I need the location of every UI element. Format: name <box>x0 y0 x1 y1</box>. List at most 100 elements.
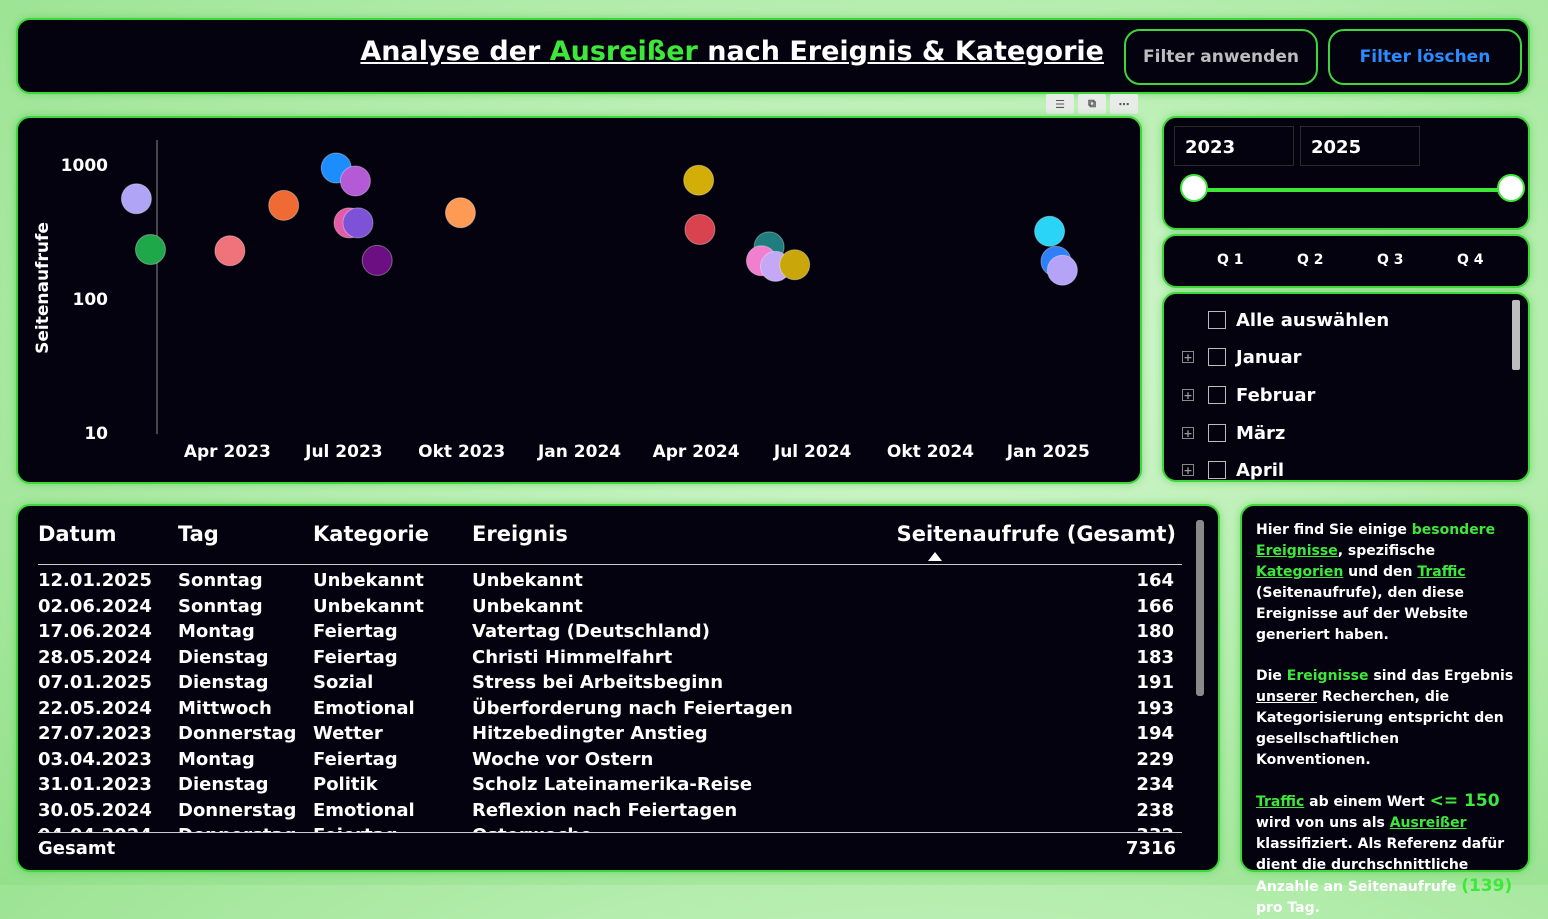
data-point[interactable] <box>214 235 246 267</box>
quarter-q4-button[interactable]: Q 4 <box>1457 252 1484 268</box>
more-options-icon[interactable]: ⋯ <box>1110 94 1138 114</box>
table-row[interactable]: 31.01.2023 Dienstag Politik Scholz Lateinam… <box>18 772 1198 797</box>
quarter-q3-button[interactable]: Q 3 <box>1377 252 1404 268</box>
cell-tag: Dienstag <box>178 672 269 693</box>
cell-datum: 17.06.2024 <box>38 621 152 642</box>
column-header-seitenaufrufe[interactable]: Seitenaufrufe (Gesamt) <box>897 522 1176 546</box>
data-point[interactable] <box>683 164 715 196</box>
filter-icon[interactable]: ☰ <box>1046 94 1074 114</box>
checkbox[interactable] <box>1208 386 1226 404</box>
expand-icon[interactable]: + <box>1182 389 1194 401</box>
cell-seitenaufrufe: 234 <box>1136 774 1174 795</box>
cell-ereignis: Stress bei Arbeitsbeginn <box>472 672 724 693</box>
data-point[interactable] <box>1046 254 1078 286</box>
data-point[interactable] <box>1034 215 1066 247</box>
table-row[interactable]: 17.06.2024 Montag Feiertag Vatertag (Deutsc… <box>18 619 1198 644</box>
checkbox[interactable] <box>1208 348 1226 366</box>
x-tick-label: Okt 2024 <box>887 442 974 462</box>
clear-filter-button[interactable]: Filter löschen <box>1328 29 1522 85</box>
checkbox[interactable] <box>1208 424 1226 442</box>
quarter-slicer: Q 1 Q 2 Q 3 Q 4 <box>1162 234 1530 288</box>
cell-seitenaufrufe: 238 <box>1136 799 1174 821</box>
x-tick-label: Apr 2023 <box>184 442 271 462</box>
year-to-input[interactable]: 2025 <box>1300 126 1420 166</box>
y-tick-label: 10 <box>84 424 108 444</box>
visual-header-icons: ☰ ⧉ ⋯ <box>1046 94 1138 114</box>
cell-ereignis: Vatertag (Deutschland) <box>472 621 710 642</box>
checkbox[interactable] <box>1208 311 1226 329</box>
data-point[interactable] <box>120 183 152 215</box>
table-row[interactable]: 02.06.2024 Sonntag Unbekannt Unbekannt 166 <box>18 594 1198 619</box>
cell-ereignis: Reflexion nach Feiertagen <box>472 799 738 821</box>
cell-tag: Dienstag <box>178 646 269 668</box>
focus-mode-icon[interactable]: ⧉ <box>1078 94 1106 114</box>
table-row[interactable]: 27.07.2023 Donnerstag Wetter Hitzebedingter… <box>18 721 1198 746</box>
checkbox[interactable] <box>1208 461 1226 479</box>
data-point[interactable] <box>134 234 166 266</box>
year-slider-handle-max[interactable] <box>1497 174 1525 202</box>
cell-tag: Donnerstag <box>178 799 297 821</box>
cell-seitenaufrufe: 180 <box>1136 621 1174 642</box>
table-row[interactable]: 28.05.2024 Dienstag Feiertag Christi Himmel… <box>18 645 1198 670</box>
info-paragraph-3: Traffic ab einem Wert <= 150 wird von un… <box>1256 791 1513 916</box>
quarter-q2-button[interactable]: Q 2 <box>1297 252 1324 268</box>
quarter-q1-button[interactable]: Q 1 <box>1217 252 1244 268</box>
expand-icon[interactable]: + <box>1182 464 1194 476</box>
month-label: Februar <box>1236 384 1316 406</box>
cell-datum: 27.07.2023 <box>38 723 152 744</box>
cell-tag: Donnerstag <box>178 825 296 832</box>
month-scrollbar[interactable] <box>1512 300 1520 370</box>
sort-ascending-icon <box>928 552 942 561</box>
apply-filter-button[interactable]: Filter anwenden <box>1124 29 1318 85</box>
data-point[interactable] <box>268 189 300 221</box>
column-header-tag[interactable]: Tag <box>178 522 219 546</box>
page-title: Analyse der Ausreißer nach Ereignis & Ka… <box>360 36 1104 67</box>
data-point[interactable] <box>779 249 811 281</box>
cell-kategorie: Emotional <box>313 697 415 719</box>
cell-kategorie: Unbekannt <box>313 595 424 617</box>
cell-kategorie: Emotional <box>313 799 415 821</box>
table-row[interactable]: 22.05.2024 Mittwoch Emotional Überforderung… <box>18 696 1198 721</box>
total-divider <box>38 832 1182 833</box>
cell-ereignis: Scholz Lateinamerika-Reise <box>472 774 753 795</box>
x-tick-label: Apr 2024 <box>653 442 740 462</box>
table-row[interactable]: 12.01.2025 Sonntag Unbekannt Unbekannt 164 <box>18 568 1198 593</box>
column-header-kategorie[interactable]: Kategorie <box>313 522 429 546</box>
year-slider-track[interactable] <box>1194 188 1512 192</box>
cell-tag: Sonntag <box>178 595 263 617</box>
table-body: 12.01.2025 Sonntag Unbekannt Unbekannt 164 02… <box>18 568 1198 832</box>
cell-kategorie: Feiertag <box>313 748 398 770</box>
column-header-ereignis[interactable]: Ereignis <box>472 522 568 546</box>
cell-kategorie: Feiertag <box>313 825 398 832</box>
x-tick-label: Jul 2023 <box>304 442 383 462</box>
cell-ereignis: Woche vor Ostern <box>472 748 654 770</box>
expand-icon[interactable]: + <box>1182 427 1194 439</box>
cell-datum: 28.05.2024 <box>38 646 152 668</box>
expand-icon[interactable]: + <box>1182 351 1194 363</box>
cell-datum: 07.01.2025 <box>38 672 152 693</box>
cell-seitenaufrufe: 194 <box>1136 723 1174 744</box>
cell-kategorie: Wetter <box>313 723 383 744</box>
cell-ereignis: Unbekannt <box>472 570 583 591</box>
cell-datum: 04.04.2024 <box>38 825 152 832</box>
column-header-datum[interactable]: Datum <box>38 522 116 546</box>
cell-datum: 03.04.2023 <box>38 748 152 770</box>
table-row[interactable]: 30.05.2024 Donnerstag Emotional Reflexion n… <box>18 798 1198 823</box>
cell-ereignis: Überforderung nach Feiertagen <box>472 697 793 719</box>
y-tick-label: 100 <box>73 290 109 310</box>
table-scrollbar[interactable] <box>1196 520 1204 696</box>
month-label: Januar <box>1236 346 1302 368</box>
year-slider-handle-min[interactable] <box>1180 174 1208 202</box>
data-point[interactable] <box>361 244 393 276</box>
year-from-input[interactable]: 2023 <box>1174 126 1294 166</box>
cell-kategorie: Unbekannt <box>313 570 424 591</box>
table-row[interactable]: 03.04.2023 Montag Feiertag Woche vor Ostern… <box>18 747 1198 772</box>
header-divider <box>38 564 1182 565</box>
data-point[interactable] <box>342 207 374 239</box>
data-point[interactable] <box>444 197 476 229</box>
x-tick-label: Jul 2024 <box>773 442 852 462</box>
data-point[interactable] <box>684 214 716 246</box>
data-point[interactable] <box>339 165 371 197</box>
table-row[interactable]: 04.04.2024 Donnerstag Feiertag Osterwoche 33… <box>18 823 1198 832</box>
table-row[interactable]: 07.01.2025 Dienstag Sozial Stress bei Arbei… <box>18 670 1198 695</box>
